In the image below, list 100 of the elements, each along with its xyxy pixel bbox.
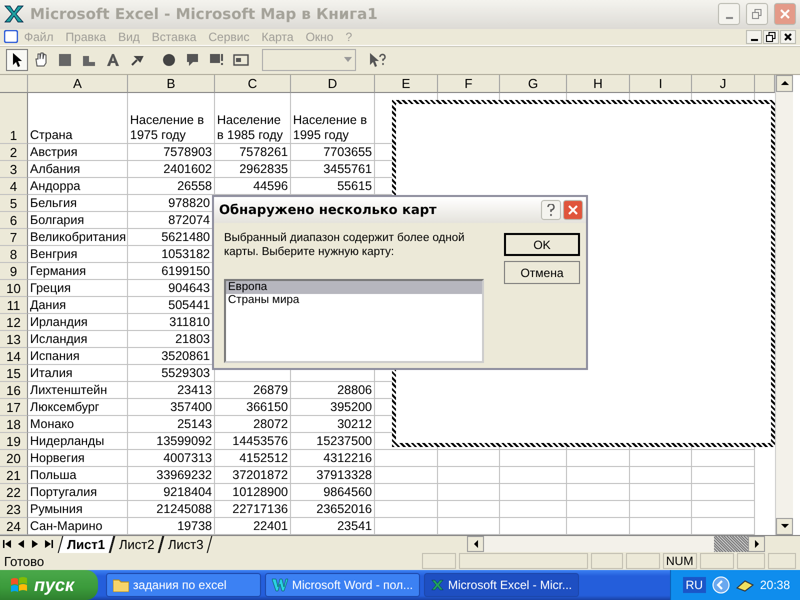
hand-icon bbox=[33, 52, 49, 68]
row-header[interactable]: 23 bbox=[0, 500, 28, 518]
pointer-tool[interactable] bbox=[6, 49, 28, 72]
table-cell: 28072 bbox=[215, 416, 291, 433]
taskbar-button[interactable]: Microsoft Word - пол... bbox=[265, 573, 420, 597]
status-panel bbox=[768, 553, 796, 570]
tray-icon[interactable] bbox=[736, 578, 754, 592]
row-header[interactable]: 6 bbox=[0, 212, 28, 229]
column-header[interactable]: F bbox=[438, 74, 500, 93]
column-header[interactable]: H bbox=[567, 74, 630, 93]
table-cell: Норвегия bbox=[28, 450, 128, 467]
close-icon bbox=[784, 32, 792, 41]
row-header[interactable]: 5 bbox=[0, 194, 28, 212]
row-header[interactable]: 15 bbox=[0, 364, 28, 382]
sheet-tab[interactable]: Лист1 bbox=[58, 536, 114, 553]
scroll-up-button[interactable] bbox=[776, 74, 793, 92]
row-header[interactable]: 2 bbox=[0, 144, 28, 161]
row-header[interactable]: 10 bbox=[0, 280, 28, 297]
sheet-tab[interactable]: Лист2 bbox=[110, 536, 164, 553]
speech-bubble-icon bbox=[185, 52, 201, 68]
column-header[interactable]: B bbox=[128, 74, 215, 93]
table-cell: 357400 bbox=[128, 398, 215, 416]
scroll-right-button[interactable] bbox=[748, 536, 765, 552]
column-header[interactable]: I bbox=[630, 74, 692, 93]
minimize-button[interactable] bbox=[746, 30, 762, 44]
table-cell bbox=[630, 500, 692, 518]
row-header[interactable]: 24 bbox=[0, 518, 28, 535]
status-panel bbox=[737, 553, 765, 570]
table-cell bbox=[567, 484, 630, 501]
table-cell: 13599092 bbox=[128, 432, 215, 450]
column-header[interactable]: A bbox=[28, 74, 128, 93]
list-item[interactable]: Европа bbox=[226, 281, 482, 294]
first-icon bbox=[3, 540, 11, 548]
dropdown-field[interactable] bbox=[262, 49, 356, 72]
cancel-button[interactable]: Отмена bbox=[504, 261, 580, 284]
restore-icon bbox=[766, 32, 776, 42]
restore-button[interactable] bbox=[763, 30, 779, 44]
table-cell: 2962835 bbox=[215, 160, 291, 178]
horizontal-scrollbar[interactable] bbox=[467, 536, 765, 552]
scroll-left-button[interactable] bbox=[467, 536, 484, 552]
scroll-thumb[interactable] bbox=[714, 536, 748, 552]
table-cell bbox=[438, 466, 500, 484]
table-cell: Исландия bbox=[28, 330, 128, 348]
row-header[interactable]: 9 bbox=[0, 262, 28, 280]
row-header[interactable]: 14 bbox=[0, 348, 28, 365]
row-header[interactable]: 20 bbox=[0, 450, 28, 467]
table-cell bbox=[630, 466, 692, 484]
right-arrow-icon bbox=[752, 540, 760, 548]
table-cell: 30212 bbox=[291, 416, 375, 433]
column-header[interactable]: E bbox=[375, 74, 438, 93]
table-cell: 23413 bbox=[128, 382, 215, 399]
help-button[interactable] bbox=[541, 200, 561, 220]
table-cell bbox=[500, 500, 567, 518]
table-cell: 14453576 bbox=[215, 432, 291, 450]
table-cell: Население в 1985 году bbox=[215, 92, 291, 144]
taskbar-button[interactable]: Microsoft Excel - Micr... bbox=[424, 573, 579, 597]
table-cell bbox=[500, 484, 567, 501]
table-cell: 3455761 bbox=[291, 160, 375, 178]
sheet-tab[interactable]: Лист3 bbox=[159, 536, 214, 553]
row-header[interactable]: 16 bbox=[0, 382, 28, 399]
close-button[interactable] bbox=[780, 30, 796, 44]
row-header[interactable]: 11 bbox=[0, 296, 28, 314]
taskbar-button[interactable]: задания по excel bbox=[106, 573, 261, 597]
row-header[interactable]: 17 bbox=[0, 398, 28, 416]
row-header[interactable]: 13 bbox=[0, 330, 28, 348]
table-cell: Андорра bbox=[28, 178, 128, 195]
close-icon bbox=[568, 205, 578, 215]
table-cell: Люксембург bbox=[28, 398, 128, 416]
left-arrow-icon bbox=[472, 540, 480, 548]
start-button[interactable]: пуск bbox=[0, 570, 98, 600]
table-cell: 22717136 bbox=[215, 500, 291, 518]
row-header[interactable]: 3 bbox=[0, 160, 28, 178]
vertical-scrollbar[interactable] bbox=[775, 74, 793, 535]
column-header[interactable]: J bbox=[692, 74, 755, 93]
table-cell bbox=[692, 484, 755, 501]
language-indicator[interactable]: RU bbox=[682, 577, 706, 593]
table-cell bbox=[500, 450, 567, 467]
table-cell bbox=[375, 500, 438, 518]
table-cell: 21245088 bbox=[128, 500, 215, 518]
row-header[interactable]: 19 bbox=[0, 432, 28, 450]
status-indicator: NUM bbox=[663, 553, 697, 570]
row-header[interactable]: 8 bbox=[0, 246, 28, 263]
scroll-down-button[interactable] bbox=[776, 518, 793, 535]
row-header[interactable]: 1 bbox=[0, 92, 28, 144]
row-header[interactable]: 21 bbox=[0, 466, 28, 484]
row-header[interactable]: 22 bbox=[0, 484, 28, 501]
table-cell: Лихтенштейн bbox=[28, 382, 128, 399]
row-header[interactable]: 7 bbox=[0, 228, 28, 246]
row-header[interactable]: 4 bbox=[0, 178, 28, 195]
column-header[interactable]: G bbox=[500, 74, 567, 93]
map-list[interactable]: Европа Страны мира bbox=[224, 279, 484, 363]
chevron-icon[interactable] bbox=[712, 576, 730, 594]
rectangle-icon bbox=[57, 52, 73, 68]
ok-button[interactable]: OK bbox=[504, 233, 580, 256]
column-header[interactable]: C bbox=[215, 74, 291, 93]
minimize-icon bbox=[750, 38, 758, 41]
table-cell: 4312216 bbox=[291, 450, 375, 467]
row-header[interactable]: 18 bbox=[0, 416, 28, 433]
column-header[interactable]: D bbox=[291, 74, 375, 93]
row-header[interactable]: 12 bbox=[0, 314, 28, 331]
